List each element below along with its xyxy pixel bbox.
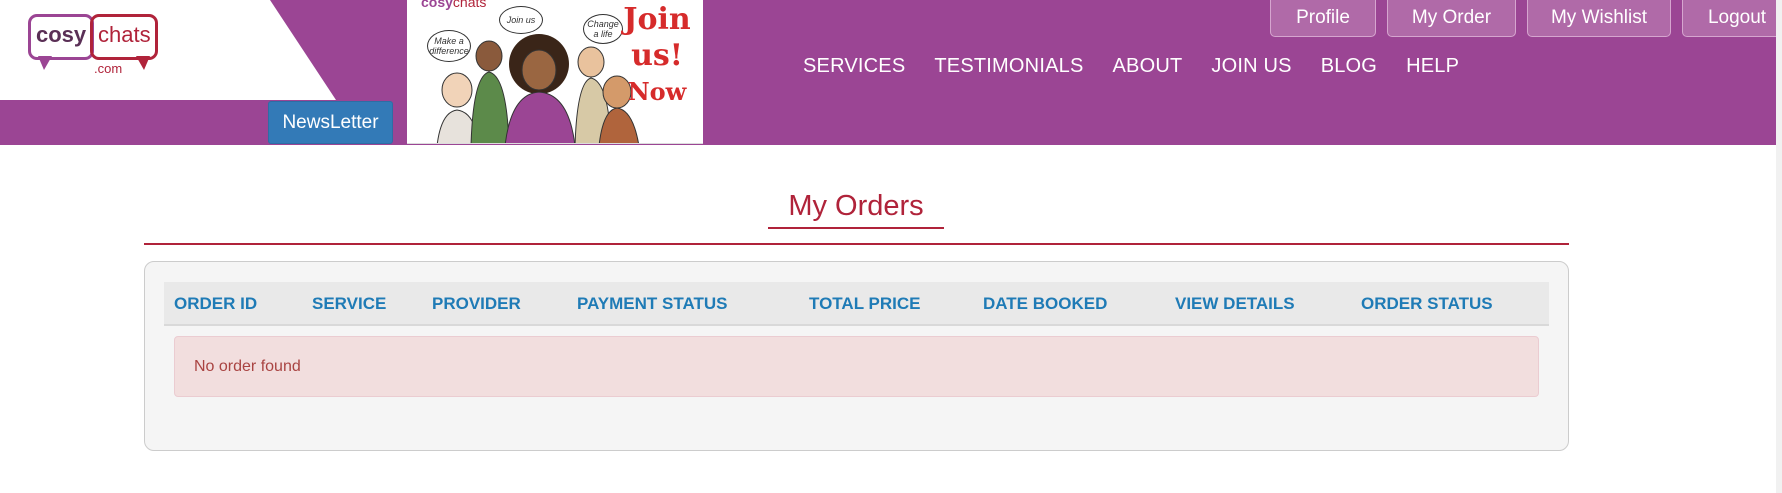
column-payment-status[interactable]: PAYMENT STATUS (577, 282, 728, 326)
page-title-wrap: My Orders (0, 190, 1712, 229)
nav-blog[interactable]: BLOG (1321, 55, 1377, 78)
logout-button[interactable]: Logout (1682, 0, 1782, 37)
column-view-details[interactable]: VIEW DETAILS (1175, 282, 1295, 326)
my-wishlist-button[interactable]: My Wishlist (1527, 0, 1671, 37)
column-service[interactable]: SERVICE (312, 282, 386, 326)
logo-bubble-right-tail (136, 56, 150, 70)
banner-join-line1: Join (623, 2, 691, 37)
orders-table-header: ORDER ID SERVICE PROVIDER PAYMENT STATUS… (164, 282, 1549, 326)
nav-testimonials[interactable]: TESTIMONIALS (934, 55, 1083, 78)
nav-join-us[interactable]: JOIN US (1211, 55, 1291, 78)
orders-panel: ORDER ID SERVICE PROVIDER PAYMENT STATUS… (144, 261, 1569, 451)
logo-panel: cosy chats .com (0, 0, 336, 100)
banner-join-line2: us! (631, 38, 683, 73)
nav-about[interactable]: ABOUT (1112, 55, 1182, 78)
banner-join-line3: Now (627, 77, 687, 106)
site-logo[interactable]: cosy chats .com (24, 12, 164, 78)
nav-help[interactable]: HELP (1406, 55, 1459, 78)
profile-button[interactable]: Profile (1270, 0, 1376, 37)
main-nav: SERVICES TESTIMONIALS ABOUT JOIN US BLOG… (803, 55, 1488, 78)
logo-domain: .com (94, 61, 123, 76)
column-order-id[interactable]: ORDER ID (174, 282, 257, 326)
banner-mini-logo-word2: chats (452, 0, 487, 10)
nav-services[interactable]: SERVICES (803, 55, 905, 78)
title-divider (144, 243, 1569, 245)
column-date-booked[interactable]: DATE BOOKED (983, 282, 1107, 326)
page-title: My Orders (768, 190, 944, 229)
banner-mini-logo: cosychats (421, 0, 486, 10)
page-scrollbar[interactable] (1776, 0, 1782, 493)
column-order-status[interactable]: ORDER STATUS (1361, 282, 1493, 326)
no-orders-alert: No order found (174, 336, 1539, 397)
my-order-button[interactable]: My Order (1387, 0, 1516, 37)
site-header: cosy chats .com NewsLetter cosychats Mak… (0, 0, 1782, 145)
join-us-banner[interactable]: cosychats Make a difference Join us Chan… (407, 0, 703, 144)
logo-bubble-left-tail (38, 56, 52, 70)
banner-mini-logo-word1: cosy (421, 0, 453, 10)
column-provider[interactable]: PROVIDER (432, 282, 521, 326)
newsletter-button[interactable]: NewsLetter (268, 101, 393, 144)
logo-word-1: cosy (36, 22, 87, 47)
user-menu: Profile My Order My Wishlist Logout (1270, 0, 1782, 37)
column-total-price[interactable]: TOTAL PRICE (809, 282, 920, 326)
banner-join-text: Join us! Now (612, 2, 702, 110)
logo-word-2: chats (98, 22, 151, 47)
